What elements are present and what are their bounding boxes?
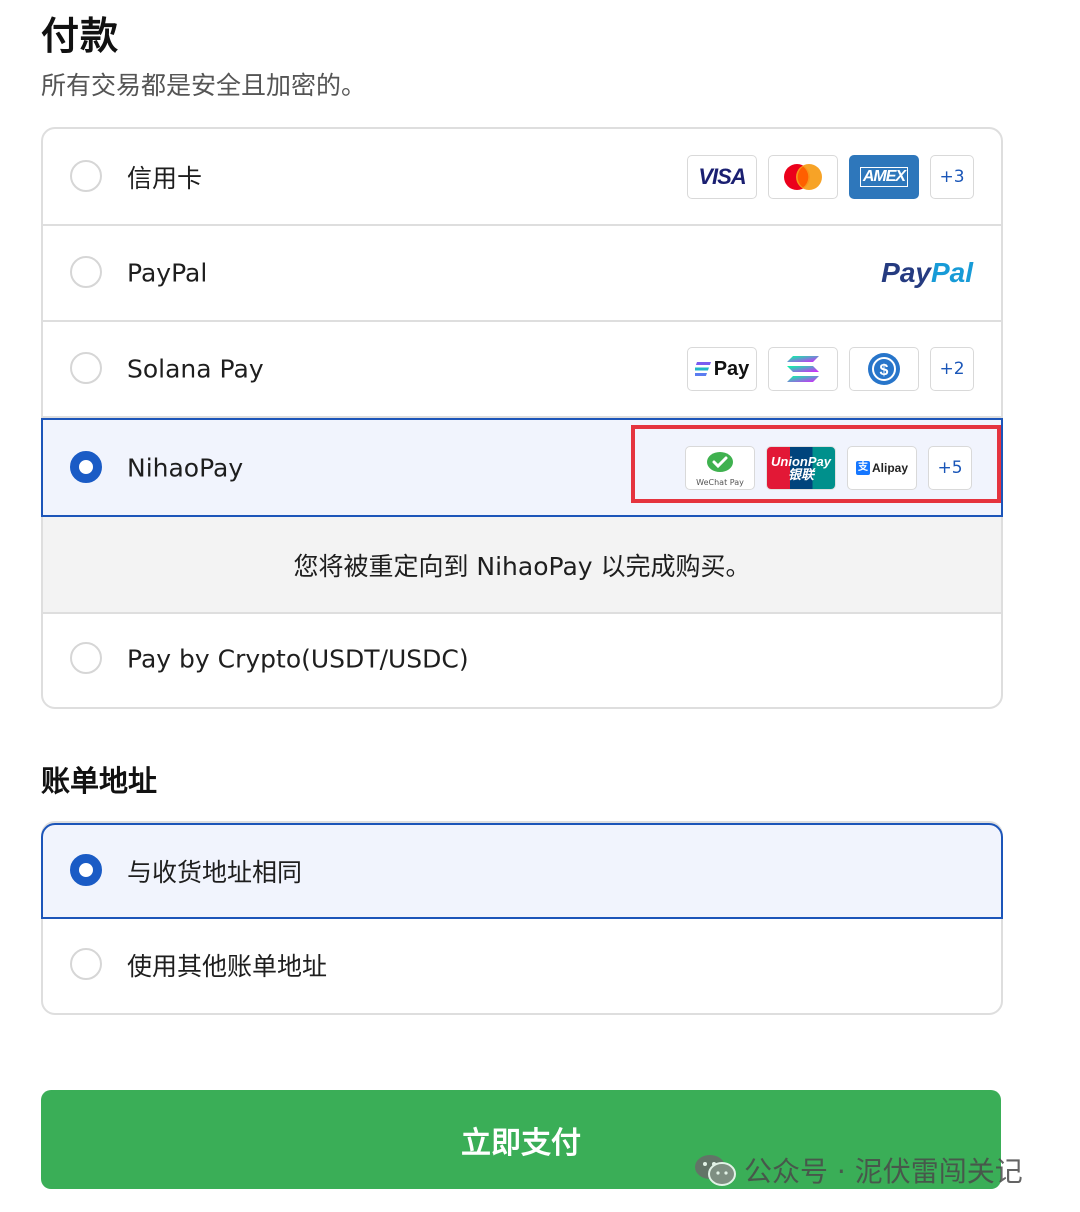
annotation-highlight-box xyxy=(631,425,1001,503)
solana-pay-logo: Pay xyxy=(687,347,757,391)
billing-option-different-address[interactable]: 使用其他账单地址 xyxy=(43,919,1001,1011)
mastercard-icon xyxy=(784,163,822,190)
billing-section-title: 账单地址 xyxy=(41,764,158,798)
solana-pay-logo-text: Pay xyxy=(713,357,750,380)
solana-bars-icon xyxy=(694,362,711,376)
watermark-text: 公众号 · 泥伏雷闯关记 xyxy=(744,1155,1023,1188)
billing-address-group: 与收货地址相同 使用其他账单地址 xyxy=(41,821,1003,1015)
billing-option-label: 与收货地址相同 xyxy=(127,858,303,887)
payment-option-label: NihaoPay xyxy=(127,453,244,482)
svg-text:$: $ xyxy=(880,362,889,379)
paypal-logo-pal: Pal xyxy=(930,257,973,288)
card-logos: VISA AMEX +3 xyxy=(687,154,974,199)
redirect-notice-text: 您将被重定向到 NihaoPay 以完成购买。 xyxy=(293,551,751,581)
paypal-logo: PayPal xyxy=(881,257,973,289)
page-title: 付款 xyxy=(41,14,120,58)
more-cards-badge: +3 xyxy=(930,154,974,199)
payment-option-crypto[interactable]: Pay by Crypto(USDT/USDC) xyxy=(43,612,1001,705)
radio-button[interactable] xyxy=(70,948,102,980)
amex-logo: AMEX xyxy=(849,154,919,199)
page-subtitle: 所有交易都是安全且加密的。 xyxy=(41,71,367,100)
solana-logo xyxy=(768,347,838,391)
radio-button[interactable] xyxy=(70,641,102,674)
redirect-notice: 您将被重定向到 NihaoPay 以完成购买。 xyxy=(43,517,1001,614)
wechat-official-account-icon xyxy=(695,1155,736,1186)
radio-button-selected[interactable] xyxy=(70,854,102,886)
watermark: 公众号 · 泥伏雷闯关记 xyxy=(694,1148,1023,1192)
usdc-icon: $ xyxy=(868,353,900,385)
payment-option-label: 信用卡 xyxy=(127,163,203,193)
solana-icon xyxy=(787,356,819,382)
payment-option-paypal[interactable]: PayPal PayPal xyxy=(43,226,1001,322)
billing-option-label: 使用其他账单地址 xyxy=(127,952,328,981)
radio-button[interactable] xyxy=(70,256,102,288)
billing-option-same-as-shipping[interactable]: 与收货地址相同 xyxy=(41,823,1003,919)
payment-option-credit-card[interactable]: 信用卡 VISA AMEX +3 xyxy=(43,129,1001,226)
payment-option-solana-pay[interactable]: Solana Pay Pay $ +2 xyxy=(43,322,1001,418)
payment-option-label: PayPal xyxy=(127,258,208,288)
solana-logos: Pay $ +2 xyxy=(687,347,974,391)
payment-option-label: Solana Pay xyxy=(127,354,264,384)
payment-option-label: Pay by Crypto(USDT/USDC) xyxy=(127,644,469,673)
radio-button[interactable] xyxy=(70,159,102,192)
amex-logo-text: AMEX xyxy=(859,166,909,187)
more-crypto-badge: +2 xyxy=(930,347,974,391)
radio-button-selected[interactable] xyxy=(70,450,102,483)
mastercard-logo xyxy=(768,154,838,199)
radio-button[interactable] xyxy=(70,352,102,384)
visa-logo: VISA xyxy=(687,154,757,199)
visa-logo-text: VISA xyxy=(698,163,746,189)
payment-method-group: 信用卡 VISA AMEX +3 PayPal PayPal Solana Pa… xyxy=(41,127,1003,709)
paypal-logo-pay: Pay xyxy=(881,257,931,288)
usdc-logo: $ xyxy=(849,347,919,391)
